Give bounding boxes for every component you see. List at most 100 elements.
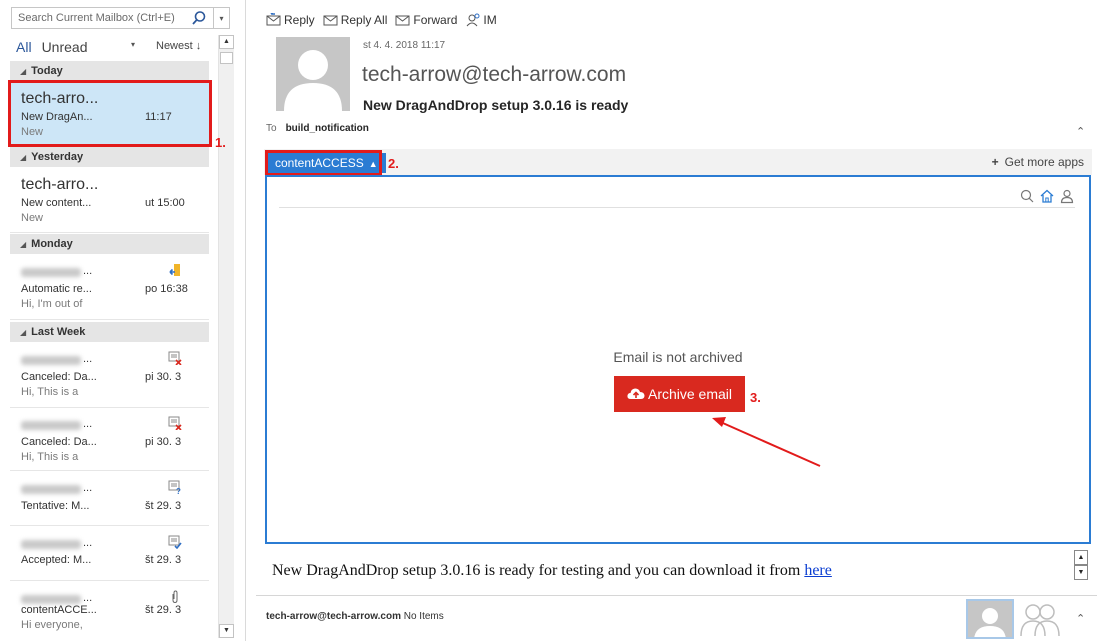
home-icon[interactable] xyxy=(1039,188,1055,204)
filter-all-tab[interactable]: All xyxy=(16,39,32,55)
mail-preview: Hi, I'm out of xyxy=(21,298,83,310)
pane-divider[interactable] xyxy=(245,0,246,641)
filter-row: All Unread ▾ Newest ↓ xyxy=(16,38,216,56)
people-pane-collapse-chevron-icon[interactable]: ⌃ xyxy=(1076,612,1085,625)
mail-time: št 29. 3 xyxy=(145,500,182,512)
mail-sender: ... xyxy=(83,265,93,277)
blurred-sender xyxy=(21,268,81,277)
header-collapse-chevron-icon[interactable]: ⌃ xyxy=(1076,125,1085,138)
mail-time: pi 30. 3 xyxy=(145,436,182,448)
paperclip-icon xyxy=(172,590,178,604)
person-silhouette-icon xyxy=(974,608,1006,637)
mail-subject: Automatic re... xyxy=(21,283,92,295)
mail-item[interactable]: ... Accepted: M... št 29. 3 xyxy=(10,527,209,581)
group-header-monday[interactable]: ◢ Monday xyxy=(10,234,209,254)
people-pane-summary: tech-arrow@tech-arrow.com No Items xyxy=(266,611,444,622)
search-scope-dropdown[interactable]: ▾ xyxy=(213,8,229,28)
mail-subject: Canceled: Da... xyxy=(21,436,97,448)
download-link[interactable]: here xyxy=(804,562,832,579)
forward-button[interactable]: Forward xyxy=(395,13,457,27)
meeting-canceled-icon xyxy=(168,351,182,365)
sender-avatar[interactable] xyxy=(276,37,350,111)
search-mailbox-input[interactable]: Search Current Mailbox (Ctrl+E) ▾ xyxy=(11,7,230,29)
blurred-sender xyxy=(21,595,81,604)
people-avatar[interactable] xyxy=(966,599,1014,639)
mail-preview: Hi, This is a xyxy=(21,386,79,398)
mail-time: št 29. 3 xyxy=(145,554,182,566)
mail-item[interactable]: ... ? Tentative: M... št 29. 3 xyxy=(10,472,209,526)
search-icon[interactable] xyxy=(191,10,207,26)
plus-icon: + xyxy=(991,155,999,169)
search-placeholder: Search Current Mailbox (Ctrl+E) xyxy=(18,12,175,24)
collapse-triangle-icon: ◢ xyxy=(20,328,27,337)
im-button[interactable]: IM xyxy=(465,13,497,27)
collapse-triangle-icon: ◢ xyxy=(20,153,27,162)
out-of-office-reply-icon xyxy=(169,264,180,276)
mail-item[interactable]: tech-arro... New content... ut 15:00 New xyxy=(10,168,209,233)
mail-sender: ... xyxy=(83,353,93,365)
archive-status-text: Email is not archived xyxy=(613,349,743,365)
scroll-down-button[interactable]: ▼ xyxy=(219,624,234,638)
blurred-sender xyxy=(21,540,81,549)
scroll-thumb[interactable] xyxy=(220,52,233,64)
mail-sender: ... xyxy=(83,592,93,604)
mail-subject: Accepted: M... xyxy=(21,554,92,566)
group-header-yesterday[interactable]: ◢ Yesterday xyxy=(10,147,209,167)
recipients-row: To build_notification xyxy=(266,123,369,134)
addin-icon-bar xyxy=(1019,188,1075,204)
get-more-apps-button[interactable]: + Get more apps xyxy=(992,155,1084,169)
recipient[interactable]: build_notification xyxy=(286,123,369,134)
person-silhouette-icon xyxy=(284,50,342,111)
meeting-accepted-icon xyxy=(168,535,182,549)
mail-item[interactable]: ... contentACCE... št 29. 3 Hi everyone, xyxy=(10,582,209,640)
reply-all-button[interactable]: Reply All xyxy=(323,13,387,27)
people-pane-divider xyxy=(256,595,1097,596)
mail-subject: contentACCE... xyxy=(21,604,97,616)
group-header-today[interactable]: ◢ Today xyxy=(10,61,209,81)
to-label: To xyxy=(266,123,277,134)
mail-list-pane: Search Current Mailbox (Ctrl+E) ▾ All Un… xyxy=(0,0,234,641)
mail-time: po 16:38 xyxy=(145,283,188,295)
meeting-canceled-icon xyxy=(168,416,182,430)
people-group-avatar[interactable] xyxy=(1019,600,1061,638)
mail-time: pi 30. 3 xyxy=(145,371,182,383)
blurred-sender xyxy=(21,421,81,430)
body-scroll-down-button[interactable]: ▼ xyxy=(1074,565,1088,580)
annotation-box-2 xyxy=(265,150,382,176)
collapse-triangle-icon: ◢ xyxy=(20,240,27,249)
annotation-label-2: 2. xyxy=(388,156,399,171)
annotation-arrow xyxy=(712,417,821,467)
scroll-up-button[interactable]: ▲ xyxy=(219,35,234,49)
mail-item[interactable]: ... Automatic re... po 16:38 Hi, I'm out… xyxy=(10,255,209,320)
people-email[interactable]: tech-arrow@tech-arrow.com xyxy=(266,611,401,622)
reply-all-icon xyxy=(323,15,338,26)
chevron-down-icon[interactable]: ▾ xyxy=(131,40,135,49)
mail-item[interactable]: ... Canceled: Da... pi 30. 3 Hi, This is… xyxy=(10,343,209,408)
search-icon[interactable] xyxy=(1019,188,1035,204)
message-body-text: New DragAndDrop setup 3.0.16 is ready fo… xyxy=(272,562,805,579)
annotation-label-1: 1. xyxy=(215,135,226,150)
filter-unread-tab[interactable]: Unread xyxy=(42,39,88,55)
mail-item[interactable]: ... Canceled: Da... pi 30. 3 Hi, This is… xyxy=(10,408,209,471)
mail-sender: ... xyxy=(83,418,93,430)
user-icon[interactable] xyxy=(1059,188,1075,204)
group-header-last-week[interactable]: ◢ Last Week xyxy=(10,322,209,342)
people-group-icon xyxy=(1020,604,1060,637)
message-date: st 4. 4. 2018 11:17 xyxy=(363,40,446,51)
annotation-label-3: 3. xyxy=(750,390,761,405)
message-subject: New DragAndDrop setup 3.0.16 is ready xyxy=(363,97,629,113)
mail-sender: tech-arro... xyxy=(21,176,99,193)
blurred-sender xyxy=(21,356,81,365)
collapse-triangle-icon: ◢ xyxy=(20,67,27,76)
mail-sender: ... xyxy=(83,482,93,494)
annotation-box-1 xyxy=(8,80,212,147)
mail-list-scrollbar[interactable]: ▲ ▼ xyxy=(218,35,234,638)
mail-subject: New content... xyxy=(21,197,92,209)
reply-button[interactable]: Reply xyxy=(266,13,315,27)
im-icon xyxy=(467,13,480,27)
sort-order-button[interactable]: Newest ↓ xyxy=(156,40,201,52)
reply-icon xyxy=(266,13,281,26)
message-sender[interactable]: tech-arrow@tech-arrow.com xyxy=(362,63,626,87)
body-scroll-up-button[interactable]: ▲ xyxy=(1074,550,1088,565)
contentaccess-addin-panel: Email is not archived Archive email xyxy=(265,175,1091,544)
